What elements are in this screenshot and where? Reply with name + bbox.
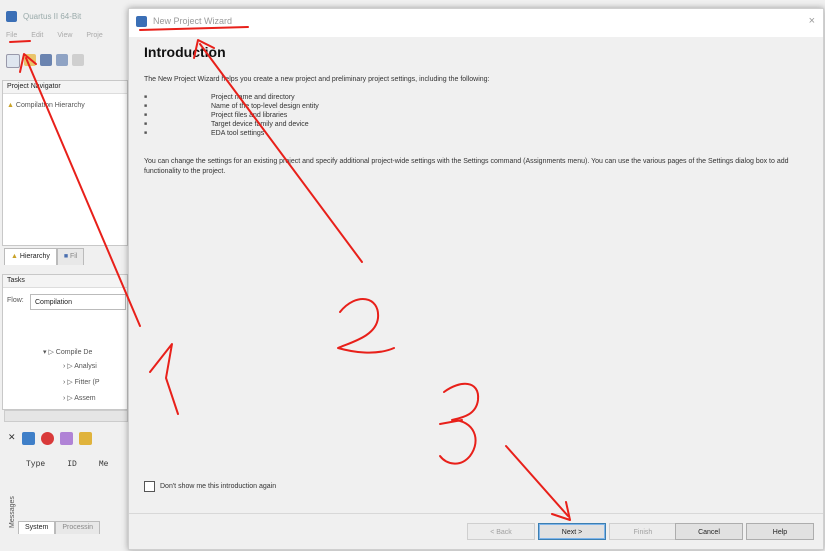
project-navigator-header: Project Navigator [3,81,127,94]
dialog-content: Introduction The New Project Wizard help… [130,37,822,513]
tab-files[interactable]: ■ Fil [56,248,85,265]
task-row[interactable]: › ▷ Analysi [59,361,97,373]
tasks-header: Tasks [3,275,127,288]
tab-hierarchy[interactable]: ▲ Hierarchy [4,248,57,265]
col-id: ID [67,460,77,469]
task-label: Compile De [55,349,93,356]
expand-icon: ▾ ▷ [43,349,56,356]
main-title-bar: Quartus II 64-Bit [6,8,81,24]
tab-processing[interactable]: Processin [55,521,101,534]
dont-show-again-checkbox[interactable] [144,481,155,492]
all-messages-icon[interactable] [22,432,35,445]
tab-files-label: Fil [70,253,78,260]
hierarchy-icon: ▲ [11,253,18,260]
quartus-app-icon [136,16,147,27]
dont-show-again-label: Don't show me this introduction again [160,483,277,490]
list-item: EDA tool settings [144,129,319,138]
col-type: Type [26,460,46,469]
messages-header: Type ID Me [26,460,108,469]
settings-hint-text: You can change the settings for an exist… [144,158,789,175]
navigator-tabs: ▲ Hierarchy ■ Fil [4,248,85,265]
files-icon: ■ [63,253,69,260]
warning-filter-icon[interactable] [79,432,92,445]
task-row[interactable]: › ▷ Assem [59,393,96,405]
col-message: Me [98,460,109,469]
menu-project[interactable]: Proje [86,32,102,39]
compilation-hierarchy-label: Compilation Hierarchy [15,102,85,109]
play-icon: › ▷ [63,395,75,402]
cut-icon[interactable] [72,54,84,66]
dialog-title: New Project Wizard [153,16,233,26]
bottom-tabs: System Processin [18,521,101,534]
task-row[interactable]: ▾ ▷ Compile De [39,347,92,359]
intro-text: The New Project Wizard helps you create … [144,76,490,83]
back-button[interactable]: < Back [467,523,535,540]
list-item: Target device family and device [144,120,319,129]
flow-label: Flow: [7,297,24,304]
menu-edit[interactable]: Edit [31,32,43,39]
task-label: Fitter (P [74,379,100,386]
save-icon[interactable] [40,54,52,66]
messages-side-tab[interactable]: Messages [9,496,16,528]
tasks-scrollbar[interactable] [4,410,128,422]
task-label: Assem [74,395,96,402]
tab-system[interactable]: System [18,521,56,534]
next-button[interactable]: Next > [538,523,606,540]
quartus-app-icon [6,10,17,22]
new-file-icon[interactable] [6,54,20,68]
open-folder-icon[interactable] [24,54,36,66]
list-item: Project name and directory [144,93,319,102]
menu-file[interactable]: File [6,32,17,39]
list-item: Project files and libraries [144,111,319,120]
messages-toolbar [22,432,92,445]
play-icon: › ▷ [63,363,75,370]
help-button[interactable]: Help [746,523,814,540]
menu-view[interactable]: View [57,32,72,39]
cancel-button[interactable]: Cancel [675,523,743,540]
main-toolbar [6,54,84,68]
task-row[interactable]: › ▷ Fitter (P [59,377,100,389]
list-item: Name of the top-level design entity [144,102,319,111]
dialog-title-bar: New Project Wizard × [129,9,823,37]
warning-icon: ▲ [7,102,14,109]
save-all-icon[interactable] [56,54,68,66]
flow-select[interactable]: Compilation [30,294,126,310]
tab-hierarchy-label: Hierarchy [19,253,50,260]
critical-warning-icon[interactable] [60,432,73,445]
error-filter-icon[interactable] [41,432,54,445]
dialog-close-icon[interactable]: × [809,15,815,27]
main-window-title: Quartus II 64-Bit [23,11,82,21]
play-icon: › ▷ [63,379,75,386]
dont-show-again-option[interactable]: Don't show me this introduction again [144,481,276,492]
finish-button[interactable]: Finish [609,523,677,540]
settings-list: Project name and directory Name of the t… [144,93,319,138]
task-label: Analysi [74,363,97,370]
page-title: Introduction [144,44,226,60]
compilation-hierarchy-item[interactable]: ▲ Compilation Hierarchy [3,100,127,112]
button-separator [129,513,823,514]
main-menubar: File Edit View Proje [6,32,103,39]
project-navigator-panel: Project Navigator ▲ Compilation Hierarch… [2,80,128,246]
close-icon[interactable]: ✕ [8,432,16,443]
new-project-wizard-dialog: New Project Wizard × Introduction The Ne… [128,8,824,550]
